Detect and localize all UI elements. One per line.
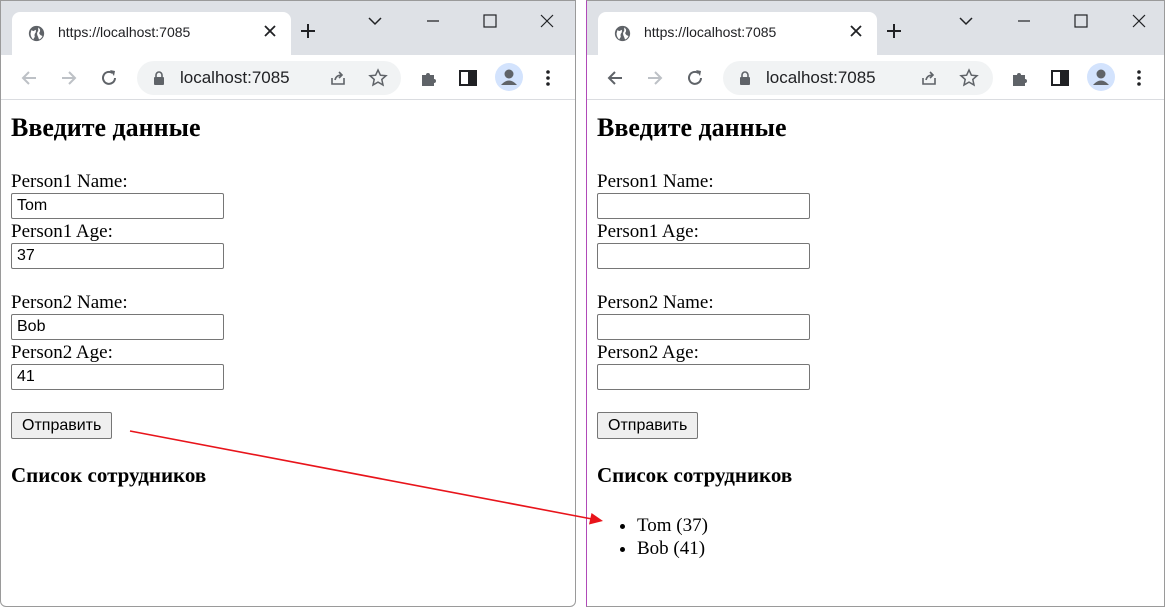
tab-strip: https://localhost:7085 (587, 1, 1164, 55)
person1-name-label: Person1 Name: (597, 171, 714, 192)
close-tab-icon[interactable] (849, 24, 863, 38)
person1-name-label: Person1 Name: (11, 171, 128, 192)
person2-age-input[interactable] (597, 364, 810, 390)
person2-name-label: Person2 Name: (11, 292, 128, 313)
tab-title: https://localhost:7085 (58, 24, 191, 40)
globe-icon (614, 25, 631, 42)
tab-search-chevron-icon[interactable] (958, 13, 974, 29)
address-text[interactable]: localhost:7085 (766, 68, 876, 88)
back-icon[interactable] (605, 68, 625, 88)
forward-icon[interactable] (59, 68, 79, 88)
reload-icon[interactable] (99, 68, 119, 88)
browser-toolbar: localhost:7085 (587, 55, 1164, 100)
profile-avatar[interactable] (1087, 63, 1115, 91)
maximize-icon[interactable] (482, 13, 498, 29)
address-text[interactable]: localhost:7085 (180, 68, 290, 88)
lock-icon[interactable] (153, 71, 165, 85)
employee-list: Tom (37)Bob (41) (637, 514, 708, 560)
new-tab-icon[interactable] (885, 22, 903, 40)
share-icon[interactable] (328, 68, 348, 88)
person1-age-label: Person1 Age: (597, 221, 699, 242)
page-heading: Введите данные (11, 113, 201, 142)
submit-button[interactable]: Отправить (11, 412, 113, 439)
person1-age-input[interactable] (597, 243, 810, 269)
person-icon (501, 69, 517, 85)
side-panel-icon[interactable] (458, 68, 478, 88)
close-tab-icon[interactable] (263, 24, 277, 38)
person2-name-input[interactable] (597, 314, 810, 340)
person2-age-input[interactable] (11, 364, 224, 390)
employee-list-heading: Список сотрудников (11, 463, 207, 487)
globe-icon (28, 25, 45, 42)
address-bar[interactable]: localhost:7085 (723, 61, 993, 95)
close-window-icon[interactable] (539, 13, 555, 29)
menu-kebab-icon[interactable] (1129, 68, 1149, 88)
extensions-icon[interactable] (1010, 68, 1030, 88)
maximize-icon[interactable] (1073, 13, 1089, 29)
profile-avatar[interactable] (495, 63, 523, 91)
page-content: Введите данные Person1 Name: Person1 Age… (1, 101, 575, 606)
new-tab-icon[interactable] (299, 22, 317, 40)
forward-icon[interactable] (645, 68, 665, 88)
person1-age-label: Person1 Age: (11, 221, 113, 242)
employee-list-item: Bob (41) (637, 537, 708, 560)
tab-search-chevron-icon[interactable] (367, 13, 383, 29)
browser-toolbar: localhost:7085 (1, 55, 575, 100)
employee-list-heading: Список сотрудников (597, 463, 793, 487)
page-heading: Введите данные (597, 113, 787, 142)
close-window-icon[interactable] (1131, 13, 1147, 29)
extensions-icon[interactable] (419, 68, 439, 88)
back-icon[interactable] (19, 68, 39, 88)
browser-window-before: https://localhost:7085 localhost:7085 Вв… (0, 0, 576, 607)
reload-icon[interactable] (685, 68, 705, 88)
lock-icon[interactable] (739, 71, 751, 85)
submit-button[interactable]: Отправить (597, 412, 699, 439)
tab-strip: https://localhost:7085 (1, 1, 575, 55)
side-panel-icon[interactable] (1050, 68, 1070, 88)
person1-name-input[interactable] (597, 193, 810, 219)
person2-age-label: Person2 Age: (11, 342, 113, 363)
tab-title: https://localhost:7085 (644, 24, 777, 40)
person2-name-label: Person2 Name: (597, 292, 714, 313)
person1-name-input[interactable] (11, 193, 224, 219)
minimize-icon[interactable] (425, 13, 441, 29)
person2-age-label: Person2 Age: (597, 342, 699, 363)
menu-kebab-icon[interactable] (538, 68, 558, 88)
person1-age-input[interactable] (11, 243, 224, 269)
person2-name-input[interactable] (11, 314, 224, 340)
person-icon (1093, 69, 1109, 85)
bookmark-star-icon[interactable] (368, 68, 388, 88)
minimize-icon[interactable] (1016, 13, 1032, 29)
browser-window-after: https://localhost:7085 localhost:7085 Вв… (586, 0, 1165, 607)
browser-tab[interactable]: https://localhost:7085 (598, 12, 877, 55)
address-bar[interactable]: localhost:7085 (137, 61, 401, 95)
share-icon[interactable] (919, 68, 939, 88)
bookmark-star-icon[interactable] (959, 68, 979, 88)
browser-tab[interactable]: https://localhost:7085 (12, 12, 291, 55)
page-content: Введите данные Person1 Name: Person1 Age… (587, 101, 1164, 606)
employee-list-item: Tom (37) (637, 514, 708, 537)
